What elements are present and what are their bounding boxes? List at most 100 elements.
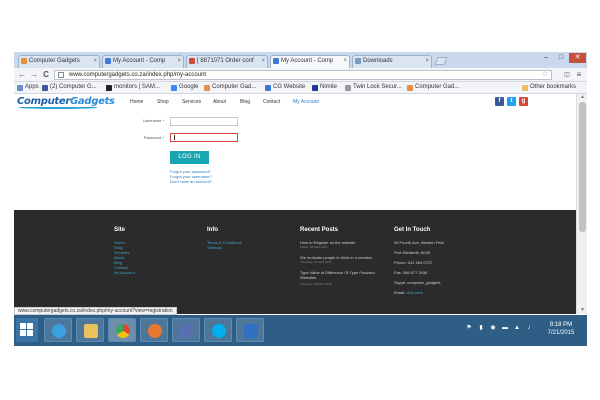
register-link[interactable]: Don't have an account? — [170, 179, 212, 184]
login-button[interactable]: LOG IN — [170, 151, 209, 164]
taskbar-skype[interactable] — [204, 318, 232, 342]
footer-site-title: Site — [114, 227, 126, 233]
password-label: Password * — [143, 135, 164, 140]
bookmark-star-icon[interactable]: ☆ — [542, 71, 548, 79]
favicon-icon — [273, 58, 279, 64]
tray-volume-icon[interactable]: ♪ — [526, 325, 532, 331]
scroll-down-icon[interactable]: ▼ — [577, 307, 587, 314]
windows-logo-icon — [27, 323, 33, 329]
bookmark-computer-gadgets-1[interactable]: Computer Gad... — [204, 82, 256, 93]
taskbar-chrome[interactable] — [108, 318, 136, 342]
chrome-menu-icon[interactable]: ≡ — [574, 70, 584, 80]
address-bar[interactable]: www.computergadgets.co.za/index.php/my-a… — [54, 70, 552, 80]
taskbar-outlook[interactable] — [236, 318, 264, 342]
taskbar-app[interactable] — [172, 318, 200, 342]
recent-post-title[interactable]: Type Value in Difference Of Type Focused… — [300, 270, 380, 280]
favicon-icon — [105, 58, 111, 64]
tray-network-icon[interactable]: ▮ — [478, 325, 484, 331]
downloads-icon — [355, 58, 361, 64]
status-url-bubble: www.computergadgets.co.za/index.php/my-a… — [14, 307, 177, 315]
page-icon — [345, 85, 351, 91]
nav-services[interactable]: Services — [182, 99, 201, 105]
other-bookmarks[interactable]: Other bookmarks — [522, 82, 576, 93]
tab-computer-gadgets[interactable]: Computer Gadgets × — [18, 55, 100, 68]
nav-shop[interactable]: Shop — [157, 99, 169, 105]
tray-flag-icon[interactable]: ⚑ — [466, 325, 472, 331]
footer-info-title: Info — [207, 227, 218, 233]
taskbar-file-explorer[interactable] — [76, 318, 104, 342]
close-tab-icon[interactable]: × — [177, 56, 181, 67]
tab-label: My Account - Comp — [281, 58, 334, 64]
tab-label: Computer Gadgets — [29, 58, 80, 64]
tab-label: [ 8871071 Order conf — [197, 58, 254, 64]
bookmark-computer-gadgets-2[interactable]: Computer Gad... — [407, 82, 459, 93]
start-button[interactable] — [16, 318, 38, 342]
gmail-icon — [189, 58, 195, 64]
bookmark-apps[interactable]: Apps — [17, 82, 39, 93]
facebook-icon — [42, 85, 48, 91]
bookmark-twin-lock[interactable]: Twin Lock Secur... — [345, 82, 402, 93]
bookmark-google[interactable]: Google — [171, 82, 198, 93]
email-link[interactable]: click here — [406, 290, 423, 295]
folder-icon — [522, 85, 528, 91]
google-icon — [171, 85, 177, 91]
clock-date: 7/21/2015 — [547, 330, 575, 336]
vertical-scrollbar[interactable]: ▲ ▼ — [576, 94, 587, 314]
tab-my-account-active[interactable]: My Account - Comp × — [270, 55, 350, 68]
tab-my-account-1[interactable]: My Account - Comp × — [102, 55, 184, 68]
new-tab-button[interactable] — [434, 57, 448, 65]
close-window-button[interactable]: ✕ — [569, 53, 586, 63]
nav-my-account[interactable]: My Account — [293, 99, 319, 105]
forward-icon[interactable]: → — [29, 70, 39, 80]
nav-contact[interactable]: Contact — [263, 99, 280, 105]
windows-logo-icon — [27, 330, 33, 336]
windows-taskbar: ⚑ ▮ ◉ ▬ ▲ ♪ 8:18 PM 7/21/2015 — [14, 315, 587, 346]
nav-home[interactable]: Home — [130, 99, 143, 105]
nav-blog[interactable]: Blog — [240, 99, 250, 105]
scroll-up-icon[interactable]: ▲ — [577, 94, 587, 101]
bookmark-monitors[interactable]: monitors | SAM... — [106, 82, 160, 93]
tray-battery-icon[interactable]: ▬ — [502, 325, 508, 331]
tab-order-confirmation[interactable]: [ 8871071 Order conf × — [186, 55, 268, 68]
username-input[interactable] — [170, 117, 238, 126]
samsung-icon — [106, 85, 112, 91]
tab-downloads[interactable]: Downloads × — [352, 55, 432, 68]
google-plus-icon[interactable]: g — [519, 97, 528, 106]
twitter-icon[interactable]: t — [507, 97, 516, 106]
password-input[interactable] — [170, 133, 238, 142]
close-tab-icon[interactable]: × — [261, 56, 265, 67]
url-text: www.computergadgets.co.za/index.php/my-a… — [69, 72, 207, 78]
scrollbar-thumb[interactable] — [579, 102, 586, 232]
close-tab-icon[interactable]: × — [343, 56, 347, 67]
taskbar-firefox[interactable] — [140, 318, 168, 342]
firefox-icon — [148, 324, 162, 338]
close-tab-icon[interactable]: × — [93, 56, 97, 67]
back-icon[interactable]: ← — [17, 70, 27, 80]
recent-post-date: Thursday, 23 April 2015 — [300, 260, 332, 264]
close-tab-icon[interactable]: × — [425, 56, 429, 67]
tray-signal-icon[interactable]: ▲ — [514, 325, 520, 331]
folder-icon — [84, 324, 98, 338]
page-icon — [58, 72, 64, 78]
footer-link-sitemap[interactable]: Sitemap — [207, 245, 222, 250]
footer-link-my-account[interactable]: My Account — [114, 270, 135, 275]
bookmark-cg-website[interactable]: CG Website — [265, 82, 305, 93]
taskbar-internet-explorer[interactable] — [44, 318, 72, 342]
bookmark-ninite[interactable]: Nimite — [312, 82, 337, 93]
site-logo[interactable]: ComputerGadgets — [17, 96, 115, 109]
login-section: Username * Password * LOG IN Forgot your… — [14, 112, 576, 210]
bookmark-facebook[interactable]: (2) Computer G... — [42, 82, 97, 93]
reload-icon[interactable]: C — [41, 70, 51, 80]
facebook-icon[interactable]: f — [495, 97, 504, 106]
maximize-button[interactable]: □ — [554, 53, 568, 63]
taskbar-clock[interactable]: 8:18 PM 7/21/2015 — [539, 321, 583, 337]
tray-sync-icon[interactable]: ◉ — [490, 325, 496, 331]
extension-icon[interactable]: ◫ — [562, 70, 572, 80]
recent-post-date: Thursday, 23 April 2015 — [300, 282, 332, 286]
outlook-icon — [244, 324, 258, 338]
logo-swoosh — [19, 106, 97, 109]
nav-about[interactable]: About — [213, 99, 226, 105]
site-header: ComputerGadgets Home Shop Services About… — [14, 94, 576, 112]
app-icon — [180, 324, 194, 338]
minimize-button[interactable]: – — [539, 53, 553, 63]
